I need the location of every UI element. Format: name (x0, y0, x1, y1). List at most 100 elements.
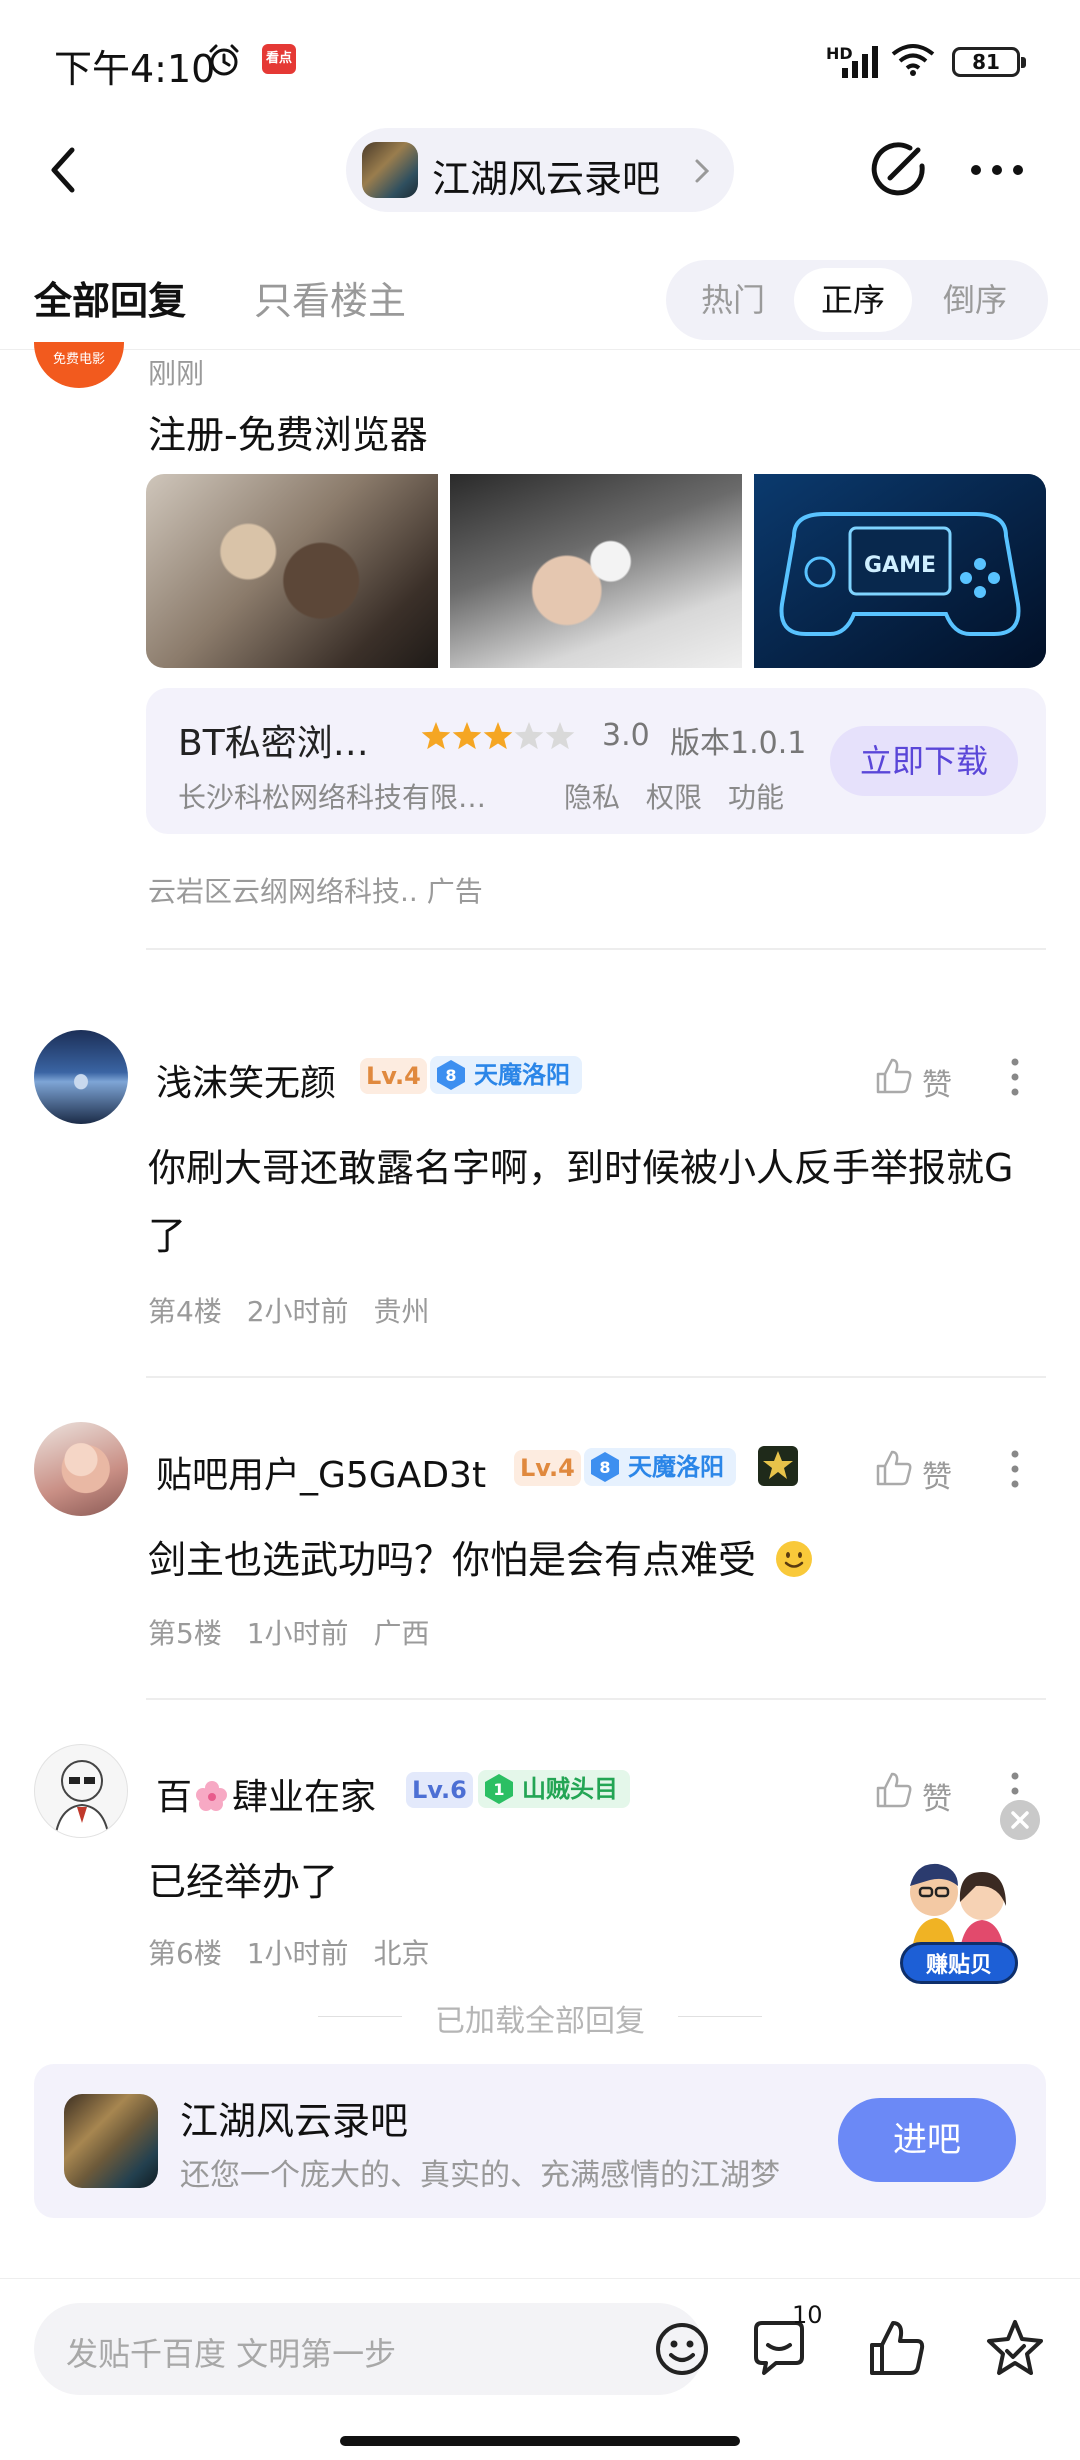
thumbs-up-icon (876, 1772, 912, 1808)
app-download-card[interactable]: BT私密浏… 3.0 版本1.0.1 长沙科松网络科技有限… 隐私 权限 功能 … (146, 688, 1046, 834)
sort-toggle: 热门 正序 倒序 (666, 260, 1048, 340)
like-button[interactable]: 赞 (874, 1444, 964, 1495)
favorite-star-icon[interactable] (984, 2317, 1046, 2379)
avatar[interactable] (34, 1030, 128, 1124)
chevron-right-icon (695, 159, 710, 183)
ad-title[interactable]: 注册-免费浏览器 (148, 404, 428, 459)
forum-card-description: 还您一个庞大的、真实的、充满感情的江湖梦 (180, 2158, 780, 2193)
nav-bar: 江湖风云录吧 (0, 120, 1080, 220)
forum-card-name: 江湖风云录吧 (180, 2099, 409, 2143)
location: 贵州 (373, 1295, 430, 1328)
level-gem-icon: 8 (437, 1060, 465, 1090)
level-gem-icon: 8 (591, 1452, 619, 1482)
svg-text:8: 8 (599, 1458, 610, 1477)
kebab-icon[interactable] (1000, 1444, 1030, 1494)
sort-ascending[interactable]: 正序 (794, 268, 912, 332)
app-rating: 3.0 (602, 718, 650, 753)
like-button[interactable]: 赞 (874, 1766, 964, 1817)
forum-name: 江湖风云录吧 (432, 157, 661, 201)
ad-post: 免费电影 刚刚 注册-免费浏览器 GAME BT私密浏… 3.0 版本1.0.1… (0, 342, 1080, 952)
star-icon-filled (483, 722, 513, 750)
features-link[interactable]: 功能 (728, 776, 784, 816)
thumbs-up-icon (876, 1450, 912, 1486)
comment-text[interactable]: 你刷大哥还敢露名字啊，到时候被小人反手举报就G了 (148, 1134, 1048, 1270)
forum-card[interactable]: 江湖风云录吧 还您一个庞大的、真实的、充满感情的江湖梦 进吧 (34, 2064, 1046, 2218)
post-time: 1小时前 (246, 1937, 349, 1970)
wifi-icon (891, 44, 935, 76)
post-time: 2小时前 (246, 1295, 349, 1328)
avatar[interactable] (34, 1422, 128, 1516)
sketch-avatar (54, 1760, 110, 1837)
svg-text:8: 8 (445, 1066, 456, 1085)
username[interactable]: 贴吧用户_G5GAD3t (156, 1446, 486, 1498)
app-version: 版本1.0.1 (670, 726, 807, 761)
comment-meta: 第6楼 1小时前 北京 (148, 1932, 429, 1972)
avatar[interactable] (34, 1744, 128, 1838)
earn-rewards-badge[interactable]: 赚贴贝 (886, 1850, 1026, 1990)
forum-header-pill[interactable]: 江湖风云录吧 (346, 128, 734, 212)
close-icon[interactable] (1000, 1800, 1040, 1840)
level-badge: Lv.4 (360, 1058, 427, 1094)
comment-floor-5: 贴吧用户_G5GAD3t Lv.4 8 天魔洛阳 赞 剑主也选武功吗？你怕是会有… (0, 1422, 1080, 1702)
rating-stars (421, 722, 575, 750)
enter-forum-button[interactable]: 进吧 (838, 2098, 1016, 2182)
privacy-link[interactable]: 隐私 (564, 776, 620, 816)
star-icon-filled (421, 722, 451, 750)
sort-descending[interactable]: 倒序 (916, 268, 1034, 332)
sort-hot[interactable]: 热门 (674, 268, 792, 332)
comment-floor-4: 浅沫笑无颜 Lv.4 8 天魔洛阳 赞 你刷大哥还敢露名字啊，到时候被小人反手举… (0, 1030, 1080, 1380)
level-gem-icon: 1 (485, 1774, 513, 1804)
comment-meta: 第4楼 2小时前 贵州 (148, 1290, 429, 1330)
title-badge: 8 天魔洛阳 (430, 1056, 582, 1094)
post-input[interactable]: 发贴千百度 文明第一步 (34, 2303, 708, 2395)
title-badge: 8 天魔洛阳 (584, 1448, 736, 1486)
edit-icon[interactable] (866, 138, 930, 202)
home-indicator[interactable] (340, 2436, 740, 2446)
smile-emoji-icon (776, 1541, 813, 1577)
ad-time: 刚刚 (148, 357, 205, 390)
cartoon-figures-icon (910, 1863, 1006, 1950)
app-notification-icon: 看点 (262, 44, 296, 74)
battery-indicator: 81 (952, 47, 1026, 77)
comment-meta: 第5楼 1小时前 广西 (148, 1612, 429, 1652)
bottom-bar: 发贴千百度 文明第一步 10 (0, 2278, 1080, 2460)
tab-owner-only[interactable]: 只看楼主 (254, 270, 406, 325)
back-icon[interactable] (40, 140, 90, 200)
post-time: 1小时前 (246, 1617, 349, 1650)
ad-image-hands-phones[interactable] (450, 474, 742, 668)
username[interactable]: 浅沫笑无颜 (156, 1054, 336, 1106)
comment-count: 10 (792, 2301, 823, 2329)
level-badge: Lv.6 (406, 1772, 473, 1808)
download-button[interactable]: 立即下载 (830, 726, 1018, 796)
comment-text[interactable]: 剑主也选武功吗？你怕是会有点难受 (148, 1526, 1048, 1594)
divider (146, 1698, 1046, 1700)
location: 广西 (373, 1617, 430, 1650)
username[interactable]: 百肆业在家 (156, 1768, 376, 1820)
post-input-placeholder: 发贴千百度 文明第一步 (66, 2335, 397, 2373)
ad-avatar[interactable]: 免费电影 (34, 342, 124, 388)
thumbs-up-icon[interactable] (866, 2317, 928, 2379)
title-badge: 1 山贼头目 (478, 1770, 630, 1808)
divider (146, 948, 1046, 950)
ad-image-game-console[interactable]: GAME (754, 474, 1046, 668)
app-name: BT私密浏… (178, 723, 369, 764)
status-bar: 下午4:10 看点 HD 81 (0, 0, 1080, 120)
forum-avatar (362, 142, 418, 198)
flower-icon (196, 1781, 228, 1811)
divider (146, 1376, 1046, 1378)
star-icon-empty (514, 722, 544, 750)
svg-text:1: 1 (493, 1780, 504, 1799)
star-icon-empty (545, 722, 575, 750)
tab-all-replies[interactable]: 全部回复 (34, 270, 186, 325)
floor-number: 第4楼 (148, 1295, 222, 1328)
loaded-all-label: 已加载全部回复 (435, 2004, 645, 2039)
like-button[interactable]: 赞 (874, 1052, 964, 1103)
thumbs-up-icon (876, 1058, 912, 1094)
emoji-icon[interactable] (652, 2319, 712, 2379)
divider (678, 2016, 762, 2017)
status-time: 下午4:10 (54, 47, 216, 91)
ad-image-phone-gaming[interactable] (146, 474, 438, 668)
permissions-link[interactable]: 权限 (646, 776, 702, 816)
kebab-icon[interactable] (1000, 1052, 1030, 1102)
more-icon[interactable] (962, 142, 1032, 198)
